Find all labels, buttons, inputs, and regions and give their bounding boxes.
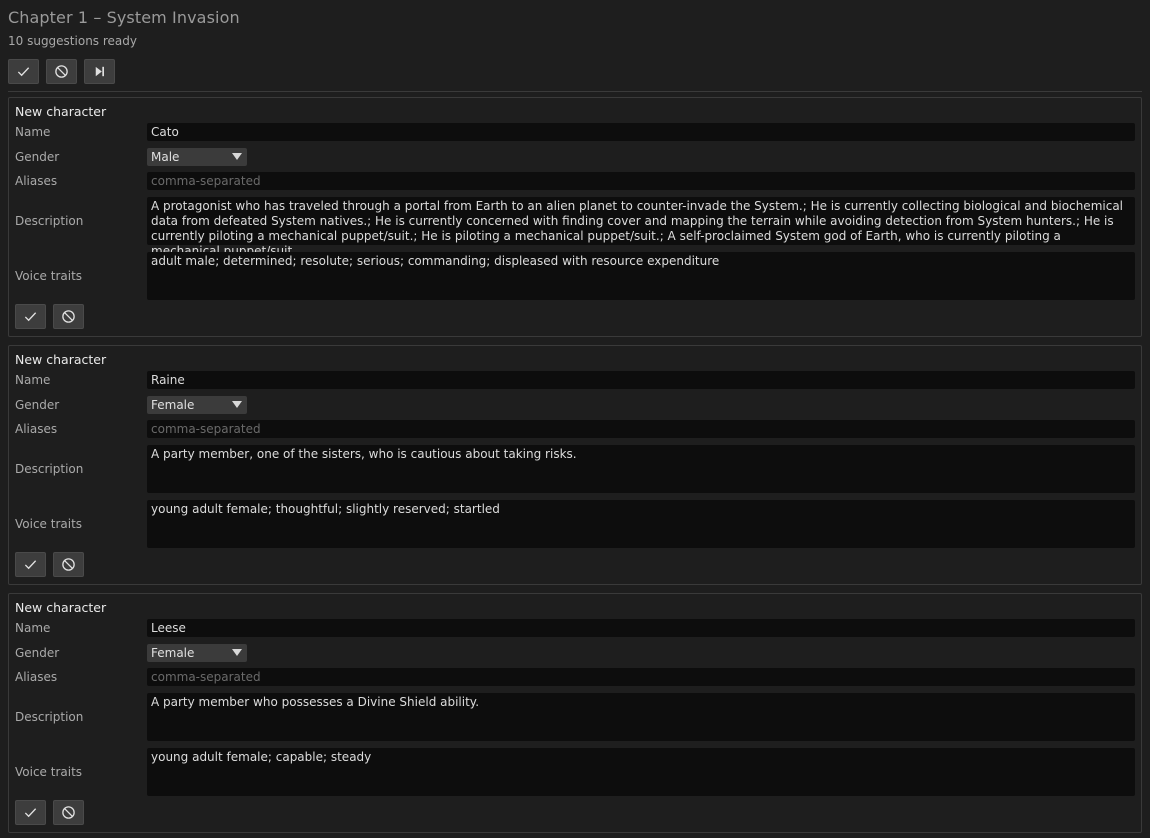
character-card: New character Name Leese Gender Female A… — [8, 593, 1142, 833]
gender-select[interactable]: Female — [147, 396, 247, 414]
gender-select[interactable]: Male — [147, 148, 247, 166]
block-icon — [62, 558, 75, 571]
status-text: 10 suggestions ready — [8, 34, 137, 48]
block-icon — [62, 806, 75, 819]
card-actions — [15, 304, 84, 329]
block-icon — [62, 310, 75, 323]
card-header: New character — [15, 600, 107, 615]
check-icon — [17, 67, 30, 77]
description-label: Description — [15, 462, 84, 476]
chevron-down-icon — [232, 401, 242, 408]
card-header: New character — [15, 352, 107, 367]
description-field[interactable]: A party member, one of the sisters, who … — [147, 445, 1135, 493]
character-card: New character Name Raine Gender Female A… — [8, 345, 1142, 585]
gender-value: Female — [151, 646, 195, 660]
reject-button[interactable] — [53, 800, 84, 825]
reject-all-button[interactable] — [46, 59, 77, 84]
gender-label: Gender — [15, 646, 60, 660]
reject-button[interactable] — [53, 304, 84, 329]
aliases-field[interactable]: comma-separated — [147, 172, 1135, 190]
voice-traits-label: Voice traits — [15, 517, 83, 531]
reject-button[interactable] — [53, 552, 84, 577]
voice-traits-field[interactable]: adult male; determined; resolute; seriou… — [147, 252, 1135, 300]
card-header: New character — [15, 104, 107, 119]
voice-traits-label: Voice traits — [15, 765, 83, 779]
voice-traits-field[interactable]: young adult female; thoughtful; slightly… — [147, 500, 1135, 548]
aliases-label: Aliases — [15, 174, 58, 188]
description-label: Description — [15, 214, 84, 228]
gender-label: Gender — [15, 398, 60, 412]
accept-button[interactable] — [15, 552, 46, 577]
chevron-down-icon — [232, 649, 242, 656]
description-label: Description — [15, 710, 84, 724]
name-field[interactable]: Raine — [147, 371, 1135, 389]
name-label: Name — [15, 621, 51, 635]
aliases-field[interactable]: comma-separated — [147, 420, 1135, 438]
accept-all-button[interactable] — [8, 59, 39, 84]
aliases-label: Aliases — [15, 422, 58, 436]
name-field[interactable]: Cato — [147, 123, 1135, 141]
block-icon — [55, 65, 68, 78]
check-icon — [24, 312, 37, 322]
card-actions — [15, 800, 84, 825]
description-field[interactable]: A party member who possesses a Divine Sh… — [147, 693, 1135, 741]
page-title: Chapter 1 – System Invasion — [8, 8, 240, 27]
aliases-field[interactable]: comma-separated — [147, 668, 1135, 686]
name-label: Name — [15, 373, 51, 387]
gender-value: Male — [151, 150, 180, 164]
gender-select[interactable]: Female — [147, 644, 247, 662]
chevron-down-icon — [232, 153, 242, 160]
name-label: Name — [15, 125, 51, 139]
divider — [8, 91, 1142, 92]
aliases-label: Aliases — [15, 670, 58, 684]
gender-label: Gender — [15, 150, 60, 164]
gender-value: Female — [151, 398, 195, 412]
voice-traits-label: Voice traits — [15, 269, 83, 283]
skip-next-icon — [95, 66, 104, 77]
description-field[interactable]: A protagonist who has traveled through a… — [147, 197, 1135, 258]
card-actions — [15, 552, 84, 577]
check-icon — [24, 808, 37, 818]
toolbar — [8, 59, 115, 84]
character-card: New character Name Cato Gender Male Alia… — [8, 97, 1142, 337]
accept-button[interactable] — [15, 304, 46, 329]
accept-button[interactable] — [15, 800, 46, 825]
voice-traits-field[interactable]: young adult female; capable; steady — [147, 748, 1135, 796]
skip-button[interactable] — [84, 59, 115, 84]
name-field[interactable]: Leese — [147, 619, 1135, 637]
check-icon — [24, 560, 37, 570]
